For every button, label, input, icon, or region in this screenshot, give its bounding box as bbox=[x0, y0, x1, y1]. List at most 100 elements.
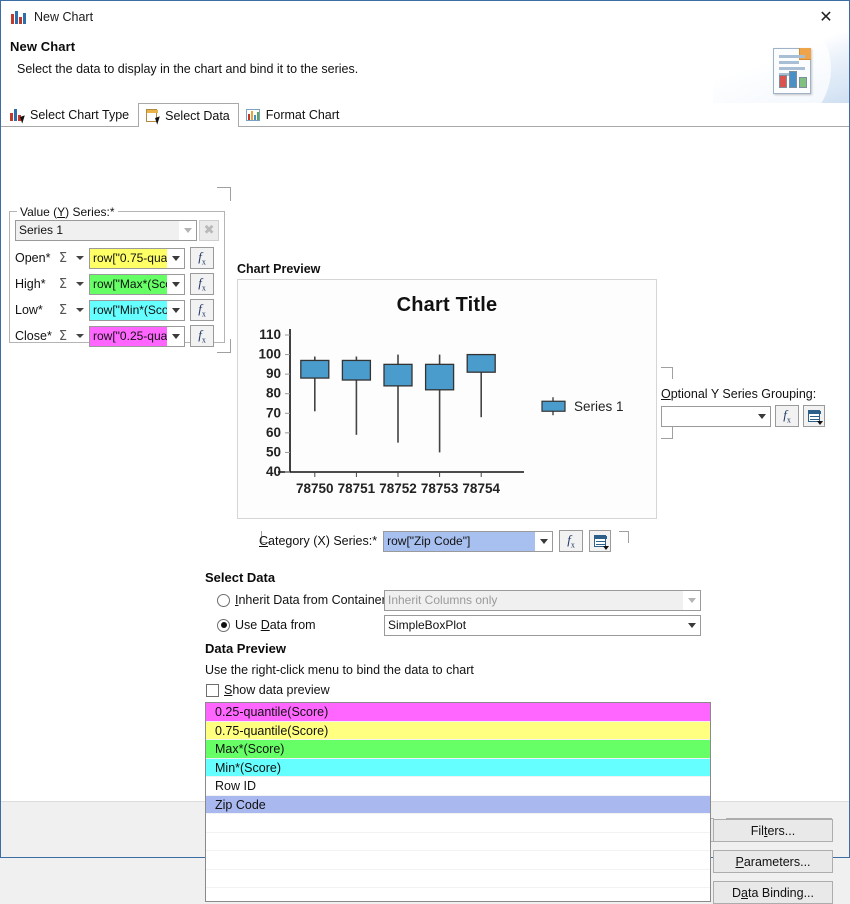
category-fx-button[interactable]: fx bbox=[559, 530, 583, 552]
svg-text:110: 110 bbox=[259, 327, 281, 342]
chevron-down-icon bbox=[167, 327, 184, 346]
filters-button[interactable]: Filters... bbox=[713, 819, 833, 842]
select-data-title: Select Data bbox=[205, 570, 275, 585]
show-data-preview-label: Show data preview bbox=[224, 683, 330, 697]
close-field-combo[interactable]: row["0.25-qua bbox=[89, 326, 185, 347]
tab-select-chart-type[interactable]: Select Chart Type bbox=[3, 103, 138, 126]
aggregate-icon: Σ bbox=[55, 277, 71, 292]
data-source-combo[interactable]: SimpleBoxPlot bbox=[384, 615, 701, 636]
show-data-preview-checkbox[interactable] bbox=[206, 684, 219, 697]
category-series-label: Category (X) Series:* bbox=[259, 534, 377, 548]
list-item[interactable]: Row ID bbox=[206, 777, 710, 796]
chevron-down-icon bbox=[167, 275, 184, 294]
svg-text:50: 50 bbox=[266, 444, 281, 459]
data-preview-title: Data Preview bbox=[205, 641, 286, 656]
value-y-series-group: Value (Y) Series:* Series 1 ✖ Open* Σ ro… bbox=[9, 205, 225, 343]
use-data-from-radio-row[interactable]: Use Data from bbox=[217, 618, 316, 632]
chart-type-icon bbox=[10, 108, 25, 122]
tab-strip: Select Chart Type Select Data Format Cha… bbox=[1, 103, 849, 127]
high-field-combo[interactable]: row["Max*(Sco bbox=[89, 274, 185, 295]
list-item-empty bbox=[206, 870, 710, 889]
dialog-header: New Chart Select the data to display in … bbox=[1, 32, 849, 103]
optional-grouping-label: Optional Y Series Grouping: bbox=[661, 387, 816, 401]
data-binding-button[interactable]: Data Binding... bbox=[713, 881, 833, 904]
category-x-series-row: Category (X) Series:* row["Zip Code"] fx bbox=[259, 530, 611, 552]
inherit-data-radio-row[interactable]: Inherit Data from Container bbox=[217, 593, 386, 607]
field-label-open: Open* bbox=[15, 251, 55, 265]
list-item[interactable]: 0.75-quantile(Score) bbox=[206, 722, 710, 741]
list-item-empty bbox=[206, 814, 710, 833]
title-bar: New Chart ✕ bbox=[1, 1, 849, 32]
list-item[interactable]: Zip Code bbox=[206, 796, 710, 815]
tab-label: Select Data bbox=[165, 109, 230, 123]
list-item[interactable]: Min*(Score) bbox=[206, 759, 710, 778]
svg-text:40: 40 bbox=[266, 464, 281, 479]
tab-format-chart[interactable]: Format Chart bbox=[239, 103, 349, 126]
aggregate-dropdown-low[interactable] bbox=[71, 300, 89, 320]
chevron-down-icon bbox=[167, 301, 184, 320]
svg-text:70: 70 bbox=[266, 405, 281, 420]
box-plot-canvas: 4050607080901001107875078751787527875378… bbox=[238, 280, 656, 518]
series-selector-value: Series 1 bbox=[16, 221, 179, 240]
svg-text:78753: 78753 bbox=[421, 481, 459, 496]
open-fx-button[interactable]: fx bbox=[190, 247, 214, 269]
chevron-down-icon bbox=[179, 221, 196, 240]
high-field-value: row["Max*(Sco bbox=[90, 275, 167, 294]
category-data-button[interactable] bbox=[589, 530, 611, 552]
inherit-columns-combo: Inherit Columns only bbox=[384, 590, 701, 611]
chevron-down-icon bbox=[683, 616, 700, 635]
chevron-down-icon bbox=[535, 532, 552, 551]
chevron-down-icon bbox=[753, 407, 770, 426]
inherit-data-radio[interactable] bbox=[217, 594, 230, 607]
chart-preview-label: Chart Preview bbox=[237, 262, 320, 276]
new-chart-dialog: New Chart ✕ New Chart Select the data to… bbox=[0, 0, 850, 858]
tab-select-data[interactable]: Select Data bbox=[138, 103, 239, 127]
low-field-combo[interactable]: row["Min*(Sco bbox=[89, 300, 185, 321]
tab-label: Format Chart bbox=[266, 108, 340, 122]
svg-text:100: 100 bbox=[258, 347, 281, 362]
use-data-from-label: Use Data from bbox=[235, 618, 316, 632]
series-selector-combo[interactable]: Series 1 bbox=[15, 220, 197, 241]
close-icon[interactable]: ✕ bbox=[803, 1, 849, 32]
svg-text:78754: 78754 bbox=[462, 481, 500, 496]
window-title: New Chart bbox=[34, 10, 93, 24]
use-data-from-radio[interactable] bbox=[217, 619, 230, 632]
parameters-button[interactable]: Parameters... bbox=[713, 850, 833, 873]
svg-text:78752: 78752 bbox=[379, 481, 417, 496]
aggregate-dropdown-open[interactable] bbox=[71, 248, 89, 268]
svg-text:90: 90 bbox=[266, 366, 281, 381]
low-fx-button[interactable]: fx bbox=[190, 299, 214, 321]
data-preview-listbox[interactable]: 0.25-quantile(Score)0.75-quantile(Score)… bbox=[205, 702, 711, 902]
tab-label: Select Chart Type bbox=[30, 108, 129, 122]
bracket-corner bbox=[619, 531, 629, 543]
list-item[interactable]: 0.25-quantile(Score) bbox=[206, 703, 710, 722]
value-y-series-label: Value (Y) Series:* bbox=[17, 205, 118, 219]
low-field-value: row["Min*(Sco bbox=[90, 301, 167, 320]
high-fx-button[interactable]: fx bbox=[190, 273, 214, 295]
bracket-corner bbox=[217, 187, 231, 201]
chart-preview: Chart Title 4050607080901001107875078751… bbox=[237, 279, 657, 519]
chevron-down-icon bbox=[167, 249, 184, 268]
open-field-value: row["0.75-qua bbox=[90, 249, 167, 268]
svg-text:Series 1: Series 1 bbox=[574, 399, 624, 414]
optional-grouping-fx-button[interactable]: fx bbox=[775, 405, 799, 427]
field-label-low: Low* bbox=[15, 303, 55, 317]
delete-series-button[interactable]: ✖ bbox=[199, 220, 219, 241]
aggregate-dropdown-close[interactable] bbox=[71, 326, 89, 346]
aggregate-dropdown-high[interactable] bbox=[71, 274, 89, 294]
optional-grouping-data-button[interactable] bbox=[803, 405, 825, 427]
list-item[interactable]: Max*(Score) bbox=[206, 740, 710, 759]
close-fx-button[interactable]: fx bbox=[190, 325, 214, 347]
svg-text:60: 60 bbox=[266, 425, 281, 440]
open-field-combo[interactable]: row["0.75-qua bbox=[89, 248, 185, 269]
close-field-value: row["0.25-qua bbox=[90, 327, 167, 346]
aggregate-icon: Σ bbox=[55, 329, 71, 344]
field-label-high: High* bbox=[15, 277, 55, 291]
list-item-empty bbox=[206, 851, 710, 870]
field-label-close: Close* bbox=[15, 329, 55, 343]
show-data-preview-row[interactable]: Show data preview bbox=[206, 683, 330, 697]
list-item-empty bbox=[206, 833, 710, 852]
category-series-combo[interactable]: row["Zip Code"] bbox=[383, 531, 553, 552]
optional-grouping-combo[interactable] bbox=[661, 406, 771, 427]
list-item-empty bbox=[206, 888, 710, 902]
